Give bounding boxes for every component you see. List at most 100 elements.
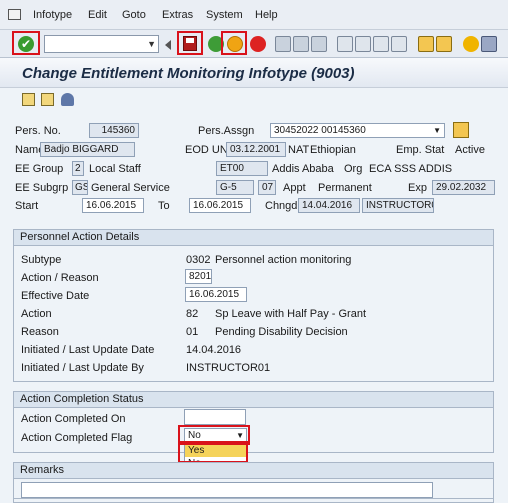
first-page-icon[interactable] — [337, 36, 353, 52]
action-code: 82 — [186, 308, 199, 320]
appt-label: Appt — [283, 182, 306, 194]
reason-code: 01 — [186, 326, 199, 338]
help-icon[interactable] — [463, 36, 479, 52]
end-date-input[interactable]: 16.06.2015 — [189, 198, 251, 213]
find-next-icon[interactable] — [311, 36, 327, 52]
save-icon — [183, 36, 197, 51]
ee-subgrp-code: GS — [72, 180, 88, 195]
emp-stat-value: Active — [455, 144, 485, 156]
menu-help[interactable]: Help — [255, 9, 278, 21]
subtype-code: 0302 — [186, 254, 211, 266]
start-date-input[interactable]: 16.06.2015 — [82, 198, 144, 213]
exp-label: Exp — [408, 182, 427, 194]
action-value: Sp Leave with Half Pay - Grant — [215, 308, 367, 320]
detail-icon[interactable] — [41, 93, 54, 106]
completed-on-input[interactable] — [184, 409, 246, 425]
overview-icon[interactable] — [22, 93, 35, 106]
eod-label: EOD UN — [185, 144, 228, 156]
highlight-box — [178, 441, 248, 463]
check-icon: ✔ — [18, 36, 34, 52]
customize-layout-icon[interactable] — [481, 36, 497, 52]
application-toolbar — [0, 88, 508, 114]
print-icon[interactable] — [275, 36, 291, 52]
reason-label: Reason — [21, 326, 59, 338]
chevron-down-icon: ▼ — [433, 126, 441, 135]
initiated-by-value: INSTRUCTOR01 — [186, 362, 271, 374]
ee-subgrp-label: EE Subgrp — [15, 182, 69, 194]
last-page-icon[interactable] — [391, 36, 407, 52]
exit-button[interactable] — [221, 31, 247, 55]
divider — [13, 498, 494, 503]
previous-page-icon[interactable] — [355, 36, 371, 52]
ee-group-label: EE Group — [15, 163, 64, 175]
grade-field: G-5 — [216, 180, 254, 195]
appt-value: Permanent — [318, 182, 372, 194]
group-title: Personnel Action Details — [14, 230, 493, 246]
completed-on-label: Action Completed On — [21, 413, 126, 425]
action-reason-label: Action / Reason — [21, 272, 99, 284]
menu-extras[interactable]: Extras — [162, 9, 193, 21]
completed-flag-label: Action Completed Flag — [21, 432, 133, 444]
shortcut-icon[interactable] — [436, 36, 452, 52]
org-value: ECA SSS ADDIS — [369, 163, 453, 175]
nat-label: NAT — [288, 144, 310, 156]
pers-assgn-label: Pers.Assgn — [198, 125, 255, 137]
eod-field: 03.12.2001 — [226, 142, 286, 157]
to-label: To — [158, 200, 170, 212]
start-label: Start — [15, 200, 39, 212]
location-code: ET00 — [216, 161, 268, 176]
initiated-date-value: 14.04.2016 — [186, 344, 242, 356]
title-bar: Change Entitlement Monitoring Infotype (… — [0, 58, 508, 88]
page-title: Change Entitlement Monitoring Infotype (… — [22, 65, 355, 82]
initiated-date-label: Initiated / Last Update Date — [21, 344, 155, 356]
org-label: Org — [344, 163, 363, 175]
save-button[interactable] — [177, 31, 203, 55]
changed-date-field: 14.04.2016 — [298, 198, 360, 213]
sap-menu-icon[interactable] — [8, 9, 21, 20]
reason-value: Pending Disability Decision — [215, 326, 348, 338]
exit-icon — [227, 36, 243, 52]
pers-no-label: Pers. No. — [15, 125, 61, 137]
menu-bar: Infotype Edit Goto Extras System Help — [0, 0, 508, 30]
subtype-value: Personnel action monitoring — [215, 254, 352, 266]
ee-subgrp-value: General Service — [91, 182, 170, 194]
nat-value: Ethiopian — [310, 144, 356, 156]
standard-toolbar: ✔ ▼ — [0, 30, 508, 58]
next-page-icon[interactable] — [373, 36, 389, 52]
menu-system[interactable]: System — [206, 9, 243, 21]
menu-infotype[interactable]: Infotype — [33, 9, 72, 21]
remarks-input[interactable] — [21, 482, 433, 498]
pers-no-field: 145360 — [89, 123, 139, 138]
enter-button[interactable]: ✔ — [12, 31, 40, 55]
pers-assgn-dropdown[interactable]: 30452022 00145360 ▼ — [270, 123, 445, 138]
collapse-icon[interactable] — [165, 40, 171, 50]
person-icon[interactable] — [61, 93, 74, 106]
new-session-icon[interactable] — [418, 36, 434, 52]
group-title: Remarks — [14, 463, 493, 479]
changed-by-field: INSTRUCTOR01 — [362, 198, 434, 213]
ee-group-code: 2 — [72, 161, 84, 176]
action-label: Action — [21, 308, 52, 320]
person-search-icon[interactable] — [453, 122, 469, 138]
personnel-action-details-group: Personnel Action Details — [13, 229, 494, 382]
initiated-by-label: Initiated / Last Update By — [21, 362, 144, 374]
subtype-label: Subtype — [21, 254, 62, 266]
exp-field: 29.02.2032 — [432, 180, 495, 195]
menu-goto[interactable]: Goto — [122, 9, 146, 21]
cancel-icon[interactable] — [250, 36, 266, 52]
group-title: Action Completion Status — [14, 392, 493, 408]
step-field: 07 — [258, 180, 276, 195]
action-reason-input[interactable]: 8201 — [185, 269, 212, 284]
location-value: Addis Ababa — [272, 163, 334, 175]
name-field: Badjo BIGGARD — [40, 142, 135, 157]
menu-edit[interactable]: Edit — [88, 9, 107, 21]
effective-date-label: Effective Date — [21, 290, 90, 302]
emp-stat-label: Emp. Stat — [396, 144, 445, 156]
chngd-label: Chngd — [265, 200, 298, 212]
command-field[interactable]: ▼ — [44, 35, 159, 53]
ee-group-value: Local Staff — [89, 163, 141, 175]
chevron-down-icon: ▼ — [147, 39, 156, 49]
effective-date-input[interactable]: 16.06.2015 — [185, 287, 247, 302]
pers-assgn-value: 30452022 00145360 — [274, 125, 366, 136]
find-icon[interactable] — [293, 36, 309, 52]
